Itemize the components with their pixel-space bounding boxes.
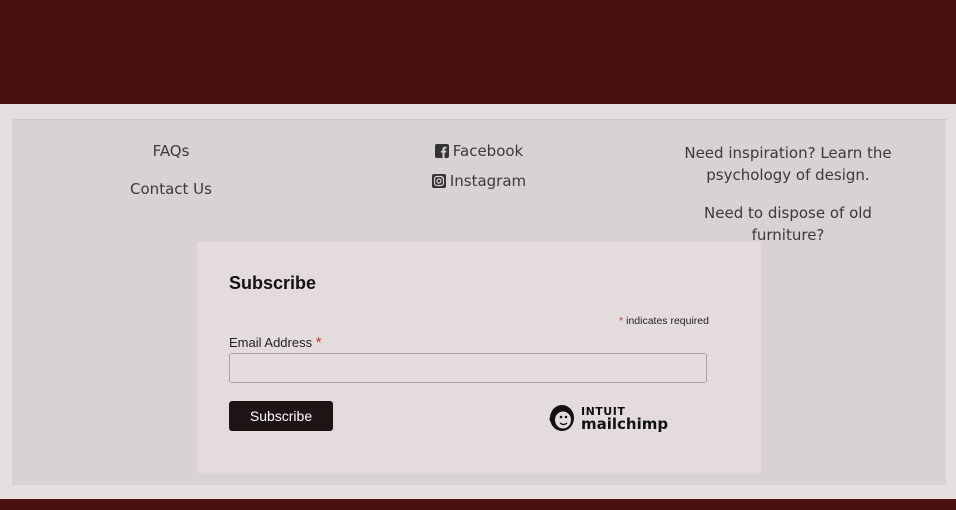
furniture-disposal-link[interactable]: Need to dispose of old furniture? xyxy=(670,202,906,246)
facebook-link[interactable]: Facebook xyxy=(400,142,558,160)
footer-social-links: Facebook Instagram xyxy=(400,142,558,202)
header-band xyxy=(0,0,956,104)
subscribe-button[interactable]: Subscribe xyxy=(229,401,333,431)
bottom-band xyxy=(0,499,956,510)
required-note: * indicates required xyxy=(619,315,709,327)
email-label-text: Email Address xyxy=(229,335,313,350)
contact-us-link[interactable]: Contact Us xyxy=(90,180,252,198)
facebook-icon xyxy=(434,144,449,158)
facebook-label: Facebook xyxy=(452,142,524,160)
subscribe-form: Subscribe * indicates required Email Add… xyxy=(197,242,761,473)
mailchimp-name-text: mailchimp xyxy=(581,415,669,433)
instagram-label: Instagram xyxy=(449,172,527,190)
email-input[interactable] xyxy=(229,353,707,383)
mailchimp-wordmark: INTUIT mailchimp xyxy=(581,406,668,432)
email-label: Email Address * xyxy=(229,334,322,351)
required-note-text: indicates required xyxy=(623,315,709,327)
footer-links-left: FAQs Contact Us xyxy=(90,142,252,218)
mailchimp-badge[interactable]: INTUIT mailchimp xyxy=(548,402,668,436)
instagram-icon xyxy=(431,174,446,188)
email-required-star: * xyxy=(315,334,322,351)
subscribe-title: Subscribe xyxy=(229,273,317,293)
instagram-link[interactable]: Instagram xyxy=(400,172,558,190)
faqs-link[interactable]: FAQs xyxy=(90,142,252,160)
mailchimp-freddie-icon xyxy=(548,401,576,438)
design-psychology-link[interactable]: Need inspiration? Learn the psychology o… xyxy=(670,142,906,186)
